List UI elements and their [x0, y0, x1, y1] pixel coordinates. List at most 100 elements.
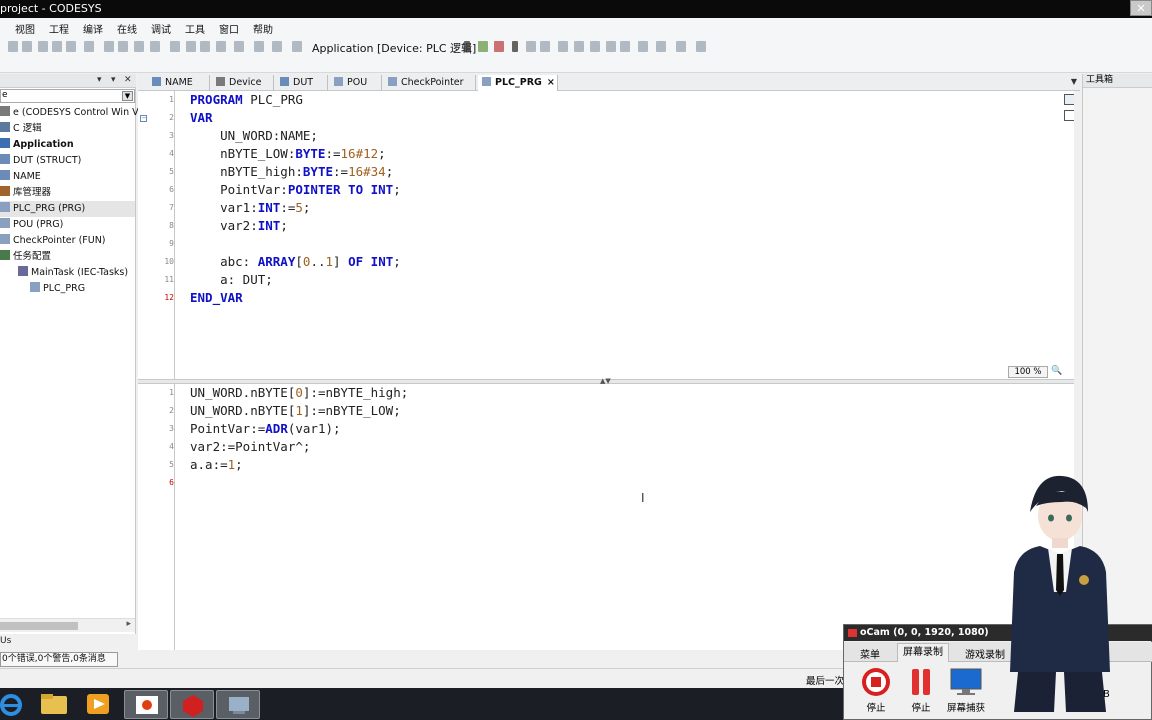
line-number: 4	[169, 149, 174, 158]
file-explorer-icon[interactable]	[32, 690, 76, 719]
unforce-icon[interactable]	[620, 41, 630, 52]
zoom-level[interactable]: 100 %	[1008, 366, 1048, 378]
bookmark-next-icon[interactable]	[150, 41, 160, 52]
login-icon[interactable]	[478, 41, 488, 52]
close-button[interactable]: ✕	[1130, 0, 1152, 16]
redo-icon[interactable]	[22, 41, 32, 52]
menu-project[interactable]: 工程	[49, 21, 69, 36]
scroll-right-icon[interactable]: ▸	[126, 619, 131, 629]
chevron-down-icon[interactable]: ▼	[122, 91, 133, 101]
zoom-icon[interactable]: 🔍	[1051, 366, 1063, 378]
flow-control-icon[interactable]	[676, 41, 686, 52]
replace-icon[interactable]	[118, 41, 128, 52]
ocam-tab-screen-record[interactable]: 屏幕录制	[897, 643, 949, 662]
tree-item[interactable]: MainTask (IEC-Tasks)	[0, 265, 135, 281]
panel-close-button[interactable]: ✕	[124, 75, 132, 85]
logout-icon[interactable]	[494, 41, 504, 52]
ocam-stop-button[interactable]: 停止	[854, 665, 898, 715]
application-icon	[0, 138, 10, 148]
menu-view[interactable]: 视图	[15, 21, 35, 36]
panel-pin-button[interactable]: ▾	[111, 75, 116, 85]
tab-label: DUT	[293, 77, 314, 88]
line-number-gutter: 1 2 3 4 5 6	[138, 384, 175, 650]
reset-icon[interactable]	[540, 41, 550, 52]
write-values-icon[interactable]	[638, 41, 648, 52]
text-cursor-icon: I	[641, 491, 645, 505]
media-player-icon[interactable]	[76, 690, 120, 719]
tree-item[interactable]: e (CODESYS Control Win V3 x64)	[0, 105, 169, 121]
active-application-label[interactable]: Application [Device: PLC 逻辑]	[312, 40, 476, 56]
tab-pou[interactable]: POU	[330, 75, 382, 91]
generate-icon[interactable]	[272, 41, 282, 52]
tab-plc-prg[interactable]: PLC_PRG ×	[478, 75, 558, 91]
copy-icon[interactable]	[52, 41, 62, 52]
messages-summary-tab[interactable]: 0个错误,0个警告,0条消息	[0, 652, 118, 667]
dut-icon	[0, 170, 10, 180]
close-icon[interactable]: ×	[547, 77, 555, 88]
line-number: 4	[169, 442, 174, 451]
code-text: ;	[235, 457, 243, 472]
breakpoint-icon[interactable]	[170, 41, 180, 52]
ocam-screenshot-button[interactable]: 屏幕捕获	[944, 665, 988, 715]
implementation-editor[interactable]: 1 2 3 4 5 6 UN_WORD.nBYTE[0]:=nBYTE_high…	[138, 384, 1080, 650]
horizontal-scrollbar[interactable]: ▸	[0, 618, 135, 632]
tab-list-dropdown-icon[interactable]: ▼	[1071, 77, 1077, 86]
scroll-thumb[interactable]	[0, 622, 78, 630]
declaration-editor[interactable]: − 1 2 3 4 5 6 7 8 9 10 11 12 PROGRAM PLC…	[138, 91, 1080, 379]
ocam-pause-button[interactable]: 停止	[899, 665, 943, 715]
tree-item[interactable]: 库管理器	[0, 185, 135, 201]
tab-device[interactable]: Device	[212, 75, 274, 91]
tree-item[interactable]: PLC_PRG	[0, 281, 135, 297]
tree-item[interactable]: DUT (STRUCT)	[0, 153, 135, 169]
undo-icon[interactable]	[8, 41, 18, 52]
step-icon[interactable]	[186, 41, 196, 52]
tree-item[interactable]: POU (PRG)	[0, 217, 135, 233]
find-icon[interactable]	[104, 41, 114, 52]
literal: 0	[295, 385, 303, 400]
ocam-task-icon[interactable]	[124, 690, 168, 719]
run-icon[interactable]	[512, 41, 518, 52]
tree-item[interactable]: Application	[0, 137, 135, 153]
project-icon[interactable]	[292, 41, 302, 52]
options-icon[interactable]	[696, 41, 706, 52]
tab-dut[interactable]: DUT	[276, 75, 328, 91]
tree-item[interactable]: C 逻辑	[0, 121, 135, 137]
view-selector[interactable]: e ▼	[0, 89, 135, 103]
step-into-icon[interactable]	[558, 41, 568, 52]
tab-name[interactable]: NAME	[148, 75, 210, 91]
menu-help[interactable]: 帮助	[253, 21, 273, 36]
tree-item[interactable]: NAME	[0, 169, 135, 185]
delete-icon[interactable]	[84, 41, 94, 52]
step-over-icon[interactable]	[200, 41, 210, 52]
stop-icon[interactable]	[526, 41, 536, 52]
tree-item[interactable]: 任务配置	[0, 249, 135, 265]
cycle-icon[interactable]	[590, 41, 600, 52]
dropdown-arrow-icon[interactable]	[464, 41, 470, 52]
tree-item[interactable]: PLC_PRG (PRG)	[0, 201, 135, 217]
network-task-icon[interactable]	[216, 690, 260, 719]
monitor-icon[interactable]	[656, 41, 666, 52]
tab-checkpointer[interactable]: CheckPointer	[384, 75, 476, 91]
codesys-task-icon[interactable]	[170, 690, 214, 719]
device-settings-icon[interactable]	[234, 41, 244, 52]
menu-window[interactable]: 窗口	[219, 21, 239, 36]
menu-build[interactable]: 编译	[83, 21, 103, 36]
step-out-icon[interactable]	[216, 41, 226, 52]
bookmark-icon[interactable]	[134, 41, 144, 52]
cut-icon[interactable]	[38, 41, 48, 52]
step-return-icon[interactable]	[574, 41, 584, 52]
build-icon[interactable]	[254, 41, 264, 52]
ocam-tab-menu[interactable]: 菜单	[860, 646, 880, 661]
tree-item[interactable]: CheckPointer (FUN)	[0, 233, 135, 249]
ie-icon[interactable]	[0, 690, 30, 719]
menu-debug[interactable]: 调试	[151, 21, 171, 36]
tree-item-label: Application	[13, 139, 74, 150]
panel-menu-button[interactable]: ▾	[97, 75, 102, 85]
line-number: 3	[169, 424, 174, 433]
menu-online[interactable]: 在线	[117, 21, 137, 36]
force-icon[interactable]	[606, 41, 616, 52]
code-line: VAR	[190, 109, 213, 127]
ocam-tab-game-record[interactable]: 游戏录制	[965, 646, 1005, 661]
paste-icon[interactable]	[66, 41, 76, 52]
menu-tools[interactable]: 工具	[185, 21, 205, 36]
